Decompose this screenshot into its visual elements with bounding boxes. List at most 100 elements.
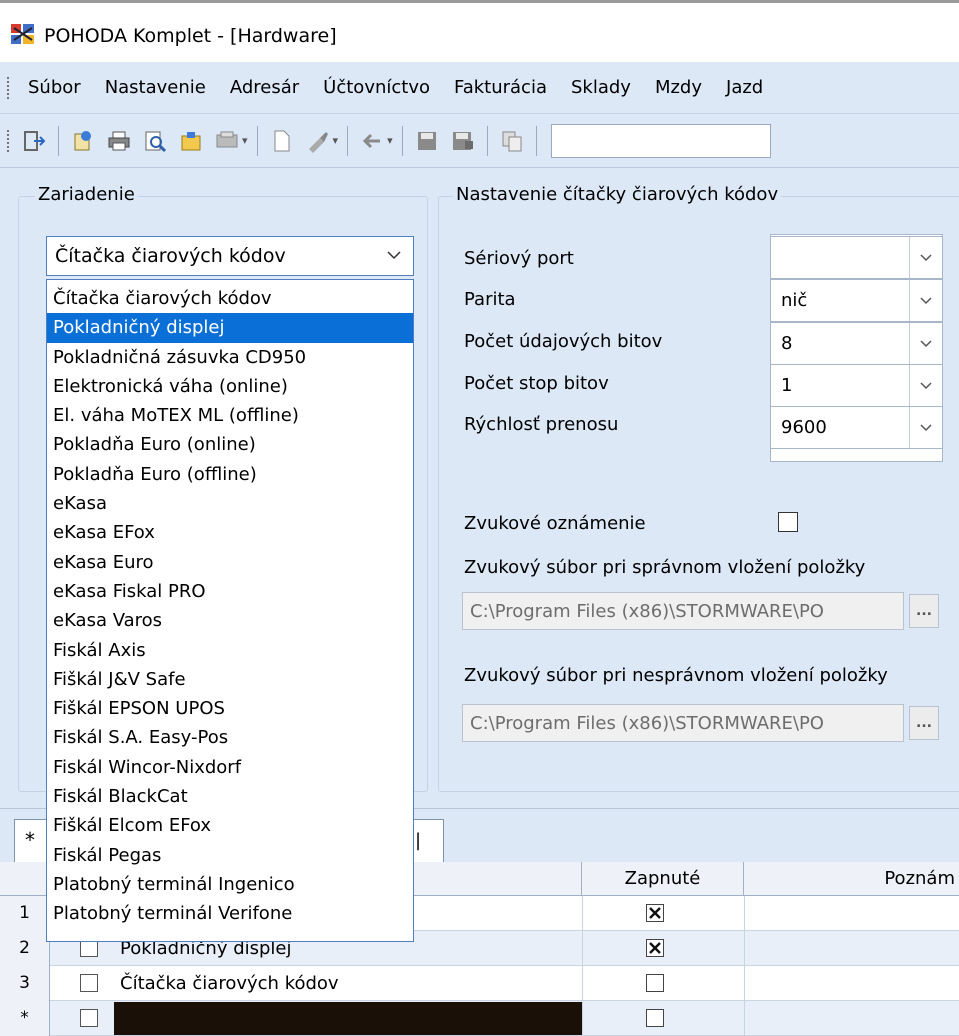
device-option[interactable]: El. váha MoTEX ML (offline) — [47, 401, 413, 430]
row-select-checkbox[interactable] — [80, 974, 98, 992]
copy-icon[interactable] — [497, 126, 527, 156]
row-number[interactable]: 2 — [0, 931, 50, 966]
baud-rate-value: 9600 — [781, 417, 827, 438]
print-icon[interactable] — [104, 126, 134, 156]
serial-port-select[interactable] — [770, 236, 943, 279]
menu-uctovnictvo[interactable]: Účtovníctvo — [311, 77, 442, 98]
column-divider — [582, 1001, 583, 1036]
sound-notification-checkbox[interactable] — [778, 512, 798, 532]
serial-port-label: Sériový port — [464, 248, 574, 269]
device-option[interactable]: Elektronická váha (online) — [47, 372, 413, 401]
chevron-down-icon[interactable] — [909, 280, 942, 321]
report-icon[interactable] — [212, 126, 242, 156]
device-option[interactable]: Fiskál Pegas — [47, 841, 413, 870]
device-option[interactable]: Fiskál Axis — [47, 636, 413, 665]
export-icon[interactable] — [176, 126, 206, 156]
device-option[interactable]: Fiškál J&V Safe — [47, 665, 413, 694]
exit-icon[interactable] — [19, 126, 49, 156]
stop-bits-label: Počet stop bitov — [464, 373, 609, 394]
device-option[interactable]: Čítačka čiarových kódov — [47, 284, 413, 313]
device-select[interactable]: Čítačka čiarových kódov — [46, 236, 414, 276]
parity-value: nič — [781, 290, 808, 311]
app-logo-icon — [10, 22, 36, 51]
chevron-down-icon[interactable] — [909, 323, 942, 364]
menu-adresar[interactable]: Adresár — [218, 77, 311, 98]
sound-correct-label: Zvukový súbor pri správnom vložení polož… — [464, 557, 866, 578]
column-divider — [744, 931, 745, 966]
chevron-down-icon[interactable] — [909, 365, 942, 406]
column-divider — [582, 896, 583, 931]
device-option[interactable]: Pokladničný displej — [47, 313, 413, 343]
menu-fakturacia[interactable]: Fakturácia — [442, 77, 559, 98]
grid-header-note[interactable]: Poznám — [744, 862, 959, 896]
table-row[interactable]: 3 Čítačka čiarových kódov — [0, 966, 959, 1001]
device-option[interactable]: Pokladňa Euro (online) — [47, 430, 413, 459]
grid-header-enabled[interactable]: Zapnuté — [582, 862, 744, 896]
device-option[interactable]: Pokladničná zásuvka CD950 — [47, 343, 413, 372]
sound-correct-path-input[interactable]: C:\Program Files (x86)\STORMWARE\PO — [462, 592, 904, 630]
enabled-checkbox[interactable] — [646, 939, 664, 957]
device-option[interactable]: eKasa Varos — [47, 606, 413, 635]
column-divider — [744, 896, 745, 931]
menu-jazdy[interactable]: Jazd — [714, 77, 775, 98]
device-option[interactable]: Fiškál EPSON UPOS — [47, 694, 413, 723]
device-option[interactable]: eKasa EFox — [47, 518, 413, 547]
chevron-down-icon[interactable] — [909, 237, 942, 278]
enabled-checkbox[interactable] — [646, 904, 664, 922]
sound-correct-browse-button[interactable]: ... — [909, 594, 939, 628]
data-bits-select[interactable]: 8 — [770, 322, 943, 365]
row-number[interactable]: 3 — [0, 966, 50, 1001]
toolbar-separator — [347, 125, 349, 156]
chevron-down-icon — [385, 245, 403, 265]
open-agenda-icon[interactable] — [68, 126, 98, 156]
row-select-checkbox[interactable] — [80, 1009, 98, 1027]
sound-incorrect-path-value: C:\Program Files (x86)\STORMWARE\PO — [470, 712, 824, 734]
edit-icon[interactable] — [303, 126, 333, 156]
device-option[interactable]: Fiskál BlackCat — [47, 782, 413, 811]
save-all-icon[interactable] — [448, 126, 478, 156]
chevron-down-icon[interactable]: ▾ — [333, 134, 339, 147]
chevron-down-icon[interactable] — [909, 407, 942, 448]
back-arrow-icon[interactable] — [357, 126, 387, 156]
sound-incorrect-path-input[interactable]: C:\Program Files (x86)\STORMWARE\PO — [462, 704, 904, 742]
new-row-name-cell[interactable] — [114, 1002, 582, 1035]
menu-subor[interactable]: Súbor — [16, 77, 93, 98]
device-option[interactable]: Fiskál Wincor-Nixdorf — [47, 753, 413, 782]
menu-mzdy[interactable]: Mzdy — [643, 77, 714, 98]
menu-nastavenie[interactable]: Nastavenie — [93, 77, 218, 98]
print-preview-icon[interactable] — [140, 126, 170, 156]
device-option[interactable]: Fiškál Elcom EFox — [47, 811, 413, 840]
menu-grip-icon[interactable] — [6, 75, 10, 100]
device-option[interactable]: Pokladňa Euro (offline) — [47, 460, 413, 489]
device-option[interactable]: eKasa Fiskal PRO — [47, 577, 413, 606]
stop-bits-select[interactable]: 1 — [770, 364, 943, 407]
row-device-name: Čítačka čiarových kódov — [120, 973, 339, 994]
row-number[interactable]: * — [0, 1001, 50, 1036]
save-icon[interactable] — [412, 126, 442, 156]
baud-rate-select[interactable]: 9600 — [770, 406, 943, 449]
chevron-down-icon[interactable]: ▾ — [242, 134, 248, 147]
device-option[interactable]: Fiskál S.A. Easy-Pos — [47, 723, 413, 752]
toolbar-search-input[interactable] — [550, 123, 771, 158]
grid-header-rownum — [0, 862, 50, 896]
device-option[interactable]: Platobný terminál Verifone — [47, 899, 413, 928]
chevron-down-icon[interactable]: ▾ — [387, 134, 393, 147]
toolbar-separator — [401, 125, 403, 156]
new-document-icon[interactable] — [267, 126, 297, 156]
menu-sklady[interactable]: Sklady — [559, 77, 643, 98]
sound-incorrect-browse-button[interactable]: ... — [909, 706, 939, 740]
column-divider — [582, 966, 583, 1001]
parity-select[interactable]: nič — [770, 279, 943, 322]
enabled-checkbox[interactable] — [646, 974, 664, 992]
toolbar-grip-icon[interactable] — [6, 128, 10, 153]
sound-notification-label: Zvukové oznámenie — [464, 513, 646, 534]
enabled-checkbox[interactable] — [646, 1009, 664, 1027]
toolbar: ▾ ▾ ▾ — [0, 114, 959, 168]
table-row[interactable]: * — [0, 1001, 959, 1036]
row-number[interactable]: 1 — [0, 896, 50, 931]
device-option[interactable]: eKasa — [47, 489, 413, 518]
device-option[interactable]: Platobný terminál Ingenico — [47, 870, 413, 899]
data-bits-value: 8 — [781, 333, 793, 354]
device-option[interactable]: eKasa Euro — [47, 548, 413, 577]
device-dropdown-list[interactable]: Čítačka čiarových kódov Pokladničný displ… — [46, 279, 414, 942]
